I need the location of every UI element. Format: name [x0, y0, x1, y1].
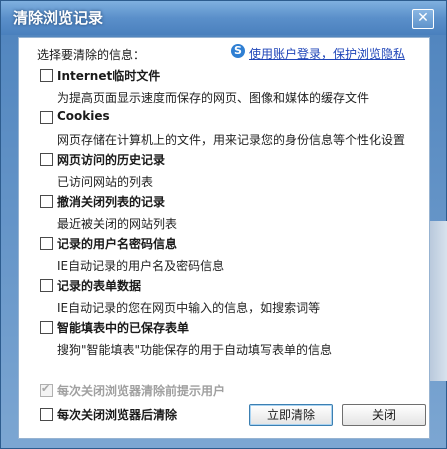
clear-history-dialog: 清除浏览记录 ✕ 选择要清除的信息： S 使用账户登录，保护浏览隐私 Inter… [0, 0, 447, 449]
option-passwords-description: IE自动记录的用户名及密码信息 [57, 259, 225, 273]
option-form-data-label[interactable]: 记录的表单数据 [57, 277, 141, 294]
clear-now-button[interactable]: 立即清除 [249, 404, 333, 426]
option-history-checkbox[interactable] [40, 153, 53, 166]
dialog-body: 选择要清除的信息： S 使用账户登录，保护浏览隐私 Internet临时文件 为… [18, 37, 430, 439]
option-smart-forms-checkbox[interactable] [40, 321, 53, 334]
option-history-label[interactable]: 网页访问的历史记录 [57, 151, 165, 168]
prompt-before-clear-label: 每次关闭浏览器清除前提示用户 [57, 384, 226, 398]
option-passwords-label[interactable]: 记录的用户名密码信息 [57, 235, 177, 252]
option-temp-files-label[interactable]: Internet临时文件 [57, 67, 160, 84]
clear-on-exit-checkbox[interactable] [40, 408, 53, 421]
prompt-before-clear-checkbox: ✔ [40, 382, 53, 397]
dialog-title: 清除浏览记录 [13, 9, 104, 27]
option-cookies-checkbox[interactable] [40, 111, 53, 124]
background-window-edge [430, 221, 447, 381]
title-bar[interactable]: 清除浏览记录 ✕ [1, 1, 446, 35]
option-temp-files-checkbox[interactable] [40, 69, 53, 82]
option-smart-forms-description: 搜狗"智能填表"功能保存的用于自动填写表单的信息 [57, 343, 333, 357]
select-info-label: 选择要清除的信息： [37, 48, 146, 62]
option-closed-tabs-description: 最近被关闭的网站列表 [57, 217, 178, 231]
option-form-data-description: IE自动记录的您在网页中输入的信息，如搜索词等 [57, 301, 321, 315]
option-temp-files-description: 为提高页面显示速度而保存的网页、图像和媒体的缓存文件 [57, 91, 370, 105]
checkmark-icon: ✔ [41, 382, 51, 395]
option-cookies-label[interactable]: Cookies [57, 109, 110, 123]
option-closed-tabs-checkbox[interactable] [40, 195, 53, 208]
option-form-data-checkbox[interactable] [40, 279, 53, 292]
option-history-description: 已访问网站的列表 [57, 175, 154, 189]
option-passwords-checkbox[interactable] [40, 237, 53, 250]
close-icon[interactable]: ✕ [412, 9, 434, 29]
sogou-logo-icon: S [231, 44, 245, 58]
option-cookies-description: 网页存储在计算机上的文件，用来记录您的身份信息等个性化设置 [57, 133, 406, 147]
login-privacy-link[interactable]: 使用账户登录，保护浏览隐私 [249, 45, 405, 62]
clear-on-exit-label[interactable]: 每次关闭浏览器后清除 [57, 406, 177, 423]
option-closed-tabs-label[interactable]: 撤消关闭列表的记录 [57, 193, 165, 210]
close-button[interactable]: 关闭 [342, 404, 426, 426]
option-smart-forms-label[interactable]: 智能填表中的已保存表单 [57, 319, 189, 336]
